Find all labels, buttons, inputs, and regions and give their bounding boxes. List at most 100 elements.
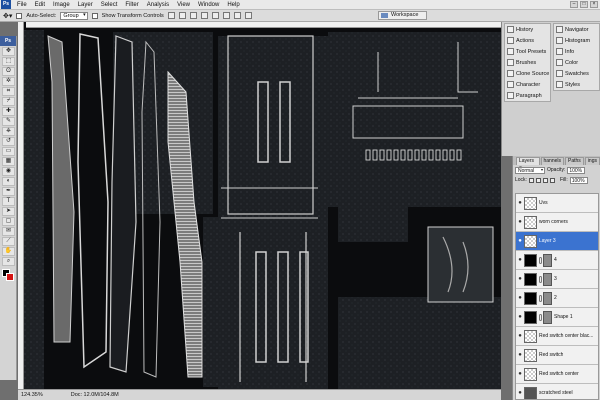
dock-button-color[interactable]: Color xyxy=(554,57,599,68)
dock-button-clone-source[interactable]: Clone Source xyxy=(505,68,550,79)
layer-row[interactable]: ● Shape 1 xyxy=(516,308,598,327)
layer-mask-thumbnail[interactable] xyxy=(543,310,552,324)
link-chain-icon[interactable] xyxy=(539,256,542,264)
layer-row[interactable]: ● scratched steel xyxy=(516,384,598,399)
zoom-level[interactable]: 124.35% xyxy=(21,392,43,398)
visibility-eye-icon[interactable]: ● xyxy=(516,390,524,396)
layer-row[interactable]: ● Layer 3 xyxy=(516,232,598,251)
align-right-icon[interactable] xyxy=(222,12,230,19)
align-center-icon[interactable] xyxy=(211,12,219,19)
layer-mask-thumbnail[interactable] xyxy=(543,253,552,267)
menu-window[interactable]: Window xyxy=(194,0,223,10)
tab-settings[interactable]: ings xyxy=(584,157,600,165)
menu-file[interactable]: File xyxy=(13,0,31,10)
zoom-icon[interactable]: ⌕ xyxy=(2,257,15,266)
document-canvas[interactable] xyxy=(18,22,501,389)
visibility-eye-icon[interactable]: ● xyxy=(516,295,524,301)
distribute-h-icon[interactable] xyxy=(244,12,252,19)
horizontal-ruler[interactable] xyxy=(26,22,501,28)
eraser-icon[interactable]: ▭ xyxy=(2,147,15,156)
lasso-icon[interactable]: ʘ xyxy=(2,67,15,76)
dock-button-swatches[interactable]: Swatches xyxy=(554,68,599,79)
visibility-eye-icon[interactable]: ● xyxy=(516,200,524,206)
link-chain-icon[interactable] xyxy=(539,313,542,321)
visibility-eye-icon[interactable]: ● xyxy=(516,333,524,339)
eyedropper-icon[interactable]: ⟋ xyxy=(2,237,15,246)
layer-mask-thumbnail[interactable] xyxy=(543,291,552,305)
dock-button-paragraph[interactable]: Paragraph xyxy=(505,90,550,101)
move-tool-preset-icon[interactable]: ✥▾ xyxy=(3,12,12,20)
dock-button-histogram[interactable]: Histogram xyxy=(554,35,599,46)
crop-icon[interactable]: ⌗ xyxy=(2,87,15,96)
menu-view[interactable]: View xyxy=(173,0,194,10)
minimize-icon[interactable]: – xyxy=(570,1,578,8)
maximize-icon[interactable]: □ xyxy=(580,1,588,8)
background-color-swatch[interactable] xyxy=(6,273,14,281)
tab-paths[interactable]: Paths xyxy=(565,157,584,165)
vertical-ruler[interactable] xyxy=(18,22,24,389)
blur-icon[interactable]: ◉ xyxy=(2,167,15,176)
shape-icon[interactable]: ▢ xyxy=(2,217,15,226)
menu-image[interactable]: Image xyxy=(49,0,74,10)
align-bottom-icon[interactable] xyxy=(189,12,197,19)
dock-button-tool-presets[interactable]: Tool Presets xyxy=(505,46,550,57)
hand-icon[interactable]: ✋ xyxy=(2,247,15,256)
layer-mask-thumbnail[interactable] xyxy=(543,272,552,286)
auto-select-dropdown[interactable]: Group xyxy=(60,11,88,20)
auto-select-checkbox[interactable] xyxy=(16,12,23,19)
tab-layers[interactable]: Layers × xyxy=(516,157,540,171)
lock-all-icon[interactable] xyxy=(549,177,555,183)
layer-row[interactable]: ● Red switch xyxy=(516,346,598,365)
history-brush-icon[interactable]: ↺ xyxy=(2,137,15,146)
dock-button-styles[interactable]: Styles xyxy=(554,79,599,90)
layer-row[interactable]: ● 2 xyxy=(516,289,598,308)
visibility-eye-icon[interactable]: ● xyxy=(516,352,524,358)
lock-transparency-icon[interactable] xyxy=(528,177,534,183)
menu-analysis[interactable]: Analysis xyxy=(143,0,173,10)
dock-button-actions[interactable]: Actions xyxy=(505,35,550,46)
visibility-eye-icon[interactable]: ● xyxy=(516,371,524,377)
dock-button-brushes[interactable]: Brushes xyxy=(505,57,550,68)
notes-icon[interactable]: ✉ xyxy=(2,227,15,236)
slice-icon[interactable]: ⌿ xyxy=(2,97,15,106)
workspace-button[interactable]: Workspace xyxy=(378,11,428,20)
distribute-icon[interactable] xyxy=(233,12,241,19)
gradient-icon[interactable]: ▦ xyxy=(2,157,15,166)
type-icon[interactable]: T xyxy=(2,197,15,206)
menu-layer[interactable]: Layer xyxy=(74,0,97,10)
path-select-icon[interactable]: ➤ xyxy=(2,207,15,216)
menu-help[interactable]: Help xyxy=(223,0,243,10)
layer-row[interactable]: ● 3 xyxy=(516,270,598,289)
link-chain-icon[interactable] xyxy=(539,275,542,283)
menu-edit[interactable]: Edit xyxy=(31,0,49,10)
tab-channels[interactable]: hannels xyxy=(540,157,565,165)
align-top-icon[interactable] xyxy=(167,12,175,19)
align-left-icon[interactable] xyxy=(200,12,208,19)
visibility-eye-icon[interactable]: ● xyxy=(516,276,524,282)
dock-button-info[interactable]: Info xyxy=(554,46,599,57)
layer-row[interactable]: ● Red switch center blac... xyxy=(516,327,598,346)
dock-button-character[interactable]: Character xyxy=(505,79,550,90)
opacity-field[interactable]: 100% xyxy=(567,166,586,174)
healing-icon[interactable]: ✚ xyxy=(2,107,15,116)
menu-select[interactable]: Select xyxy=(97,0,122,10)
move-icon[interactable]: ✥ xyxy=(2,47,15,56)
close-icon[interactable]: × xyxy=(590,1,598,8)
dock-button-history[interactable]: History xyxy=(505,24,550,35)
visibility-eye-icon[interactable]: ● xyxy=(516,257,524,263)
layer-row[interactable]: ● 4 xyxy=(516,251,598,270)
blend-mode-dropdown[interactable]: Normal xyxy=(515,166,545,174)
link-chain-icon[interactable] xyxy=(539,294,542,302)
layer-row[interactable]: ● Red switch center xyxy=(516,365,598,384)
marquee-icon[interactable]: ⬚ xyxy=(2,57,15,66)
visibility-eye-icon[interactable]: ● xyxy=(516,238,524,244)
magic-wand-icon[interactable]: ✲ xyxy=(2,77,15,86)
visibility-eye-icon[interactable]: ● xyxy=(516,314,524,320)
lock-position-icon[interactable] xyxy=(542,177,548,183)
brush-icon[interactable]: ✎ xyxy=(2,117,15,126)
align-middle-icon[interactable] xyxy=(178,12,186,19)
pen-icon[interactable]: ✒ xyxy=(2,187,15,196)
layer-row[interactable]: ● worn corners xyxy=(516,213,598,232)
visibility-eye-icon[interactable]: ● xyxy=(516,219,524,225)
dock-button-navigator[interactable]: Navigator xyxy=(554,24,599,35)
